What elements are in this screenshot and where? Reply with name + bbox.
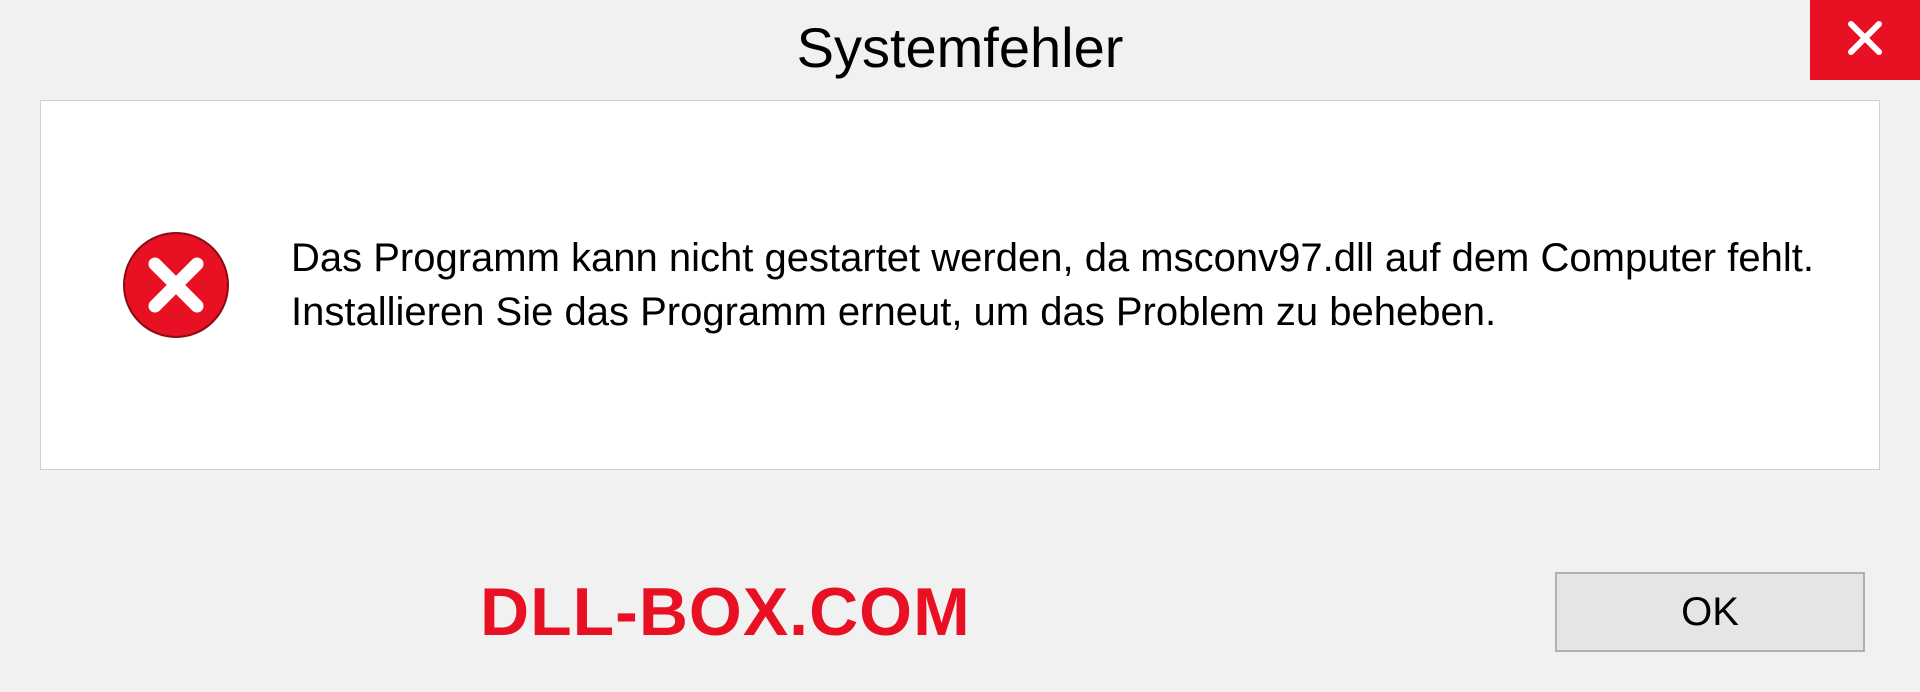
- dialog-footer: DLL-BOX.COM OK: [0, 572, 1920, 652]
- error-dialog: Systemfehler Das Programm kann nicht ges…: [0, 0, 1920, 692]
- close-button[interactable]: [1810, 0, 1920, 80]
- watermark-text: DLL-BOX.COM: [480, 573, 971, 651]
- dialog-title: Systemfehler: [797, 15, 1124, 80]
- content-panel: Das Programm kann nicht gestartet werden…: [40, 100, 1880, 470]
- ok-button-label: OK: [1681, 590, 1739, 635]
- close-icon: [1845, 18, 1885, 63]
- ok-button[interactable]: OK: [1555, 572, 1865, 652]
- title-bar: Systemfehler: [0, 0, 1920, 95]
- error-message: Das Programm kann nicht gestartet werden…: [291, 231, 1829, 339]
- error-icon: [121, 230, 231, 340]
